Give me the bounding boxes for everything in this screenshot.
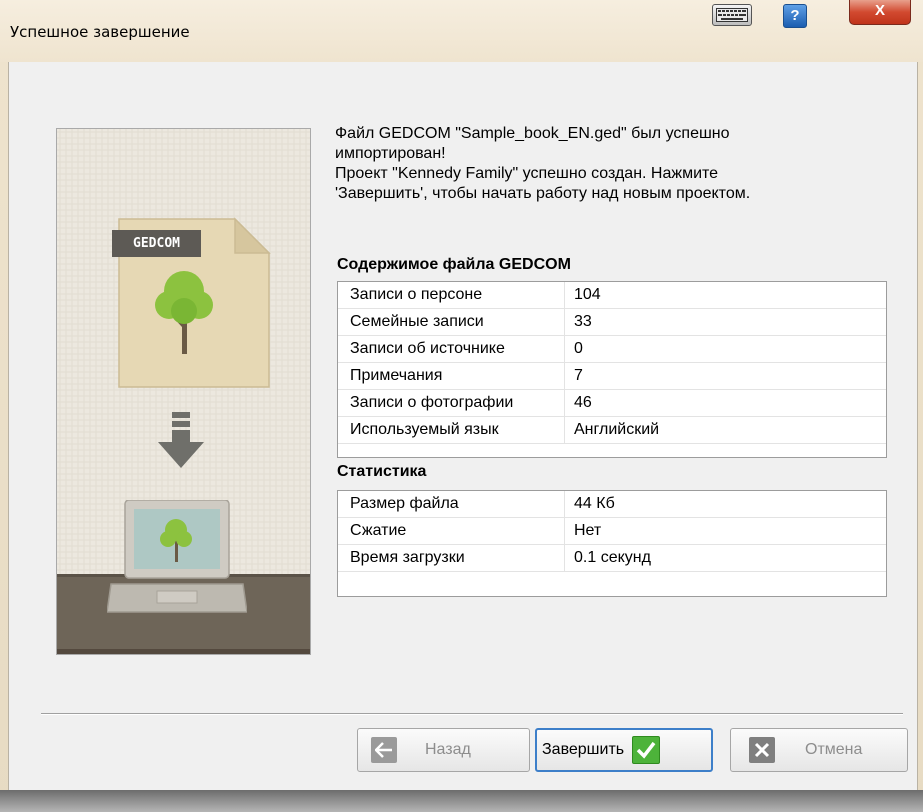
intro-line: Проект "Kennedy Family" успешно создан. … [335,165,719,182]
dialog-content: GEDCOM Файл GEDCOM "Sample_book_EN.ged" … [8,62,918,790]
row-value: 33 [574,313,592,330]
row-label: Используемый язык [338,417,565,443]
row-label: Время загрузки [338,545,565,571]
down-arrow-icon [156,412,206,477]
row-value: 104 [574,286,601,303]
close-button[interactable]: X [849,0,911,25]
table-row: Семейные записи 33 [338,309,886,336]
finish-button[interactable]: Завершить [535,728,713,772]
row-value: 0.1 секунд [574,549,651,566]
table-row: Записи об источнике 0 [338,336,886,363]
separator [41,713,903,715]
contents-table[interactable]: Записи о персоне 104 Семейные записи 33 … [337,281,887,458]
intro-text: Файл GEDCOM "Sample_book_EN.ged" был усп… [335,124,895,204]
row-value: 46 [574,394,592,411]
row-value: 0 [574,340,583,357]
row-value: 44 Кб [574,495,615,512]
intro-line: Файл GEDCOM "Sample_book_EN.ged" был усп… [335,125,730,142]
contents-title: Содержимое файла GEDCOM [337,256,571,273]
table-row: Размер файла 44 Кб [338,491,886,518]
row-label: Записи о фотографии [338,390,565,416]
table-row: Записи о персоне 104 [338,282,886,309]
stats-title: Статистика [337,463,427,480]
table-row: Используемый язык Английский [338,417,886,444]
close-x-icon [749,737,775,763]
table-row: Время загрузки 0.1 секунд [338,545,886,572]
table-row: Примечания 7 [338,363,886,390]
cancel-button-label: Отмена [805,741,863,758]
row-label: Сжатие [338,518,565,544]
window-bottom-frame [0,790,923,812]
finish-button-label: Завершить [542,741,625,758]
stats-table[interactable]: Размер файла 44 Кб Сжатие Нет Время загр… [337,490,887,597]
table-row: Сжатие Нет [338,518,886,545]
tree-icon [149,267,219,362]
table-row: Записи о фотографии 46 [338,390,886,417]
keyboard-icon[interactable] [712,4,752,26]
row-label: Размер файла [338,491,565,517]
gedcom-label: GEDCOM [112,230,201,257]
arrow-left-icon [371,737,397,763]
intro-line: импортирован! [335,145,446,162]
back-button-label: Назад [425,741,471,758]
row-label: Записи о персоне [338,282,565,308]
row-value: Английский [574,421,660,438]
row-label: Примечания [338,363,565,389]
back-button[interactable]: Назад [357,728,530,772]
title-bar: Успешное завершение ? X [0,0,923,62]
intro-line: 'Завершить', чтобы начать работу над нов… [335,185,751,202]
checkmark-icon [632,736,661,764]
row-value: Нет [574,522,602,539]
row-label: Семейные записи [338,309,565,335]
cancel-button[interactable]: Отмена [730,728,908,772]
help-button[interactable]: ? [783,4,807,28]
laptop-icon [106,499,248,625]
dialog-window: Успешное завершение ? X GEDCOM Файл GEDC… [0,0,923,812]
window-title: Успешное завершение [10,23,190,41]
row-value: 7 [574,367,583,384]
row-label: Записи об источнике [338,336,565,362]
